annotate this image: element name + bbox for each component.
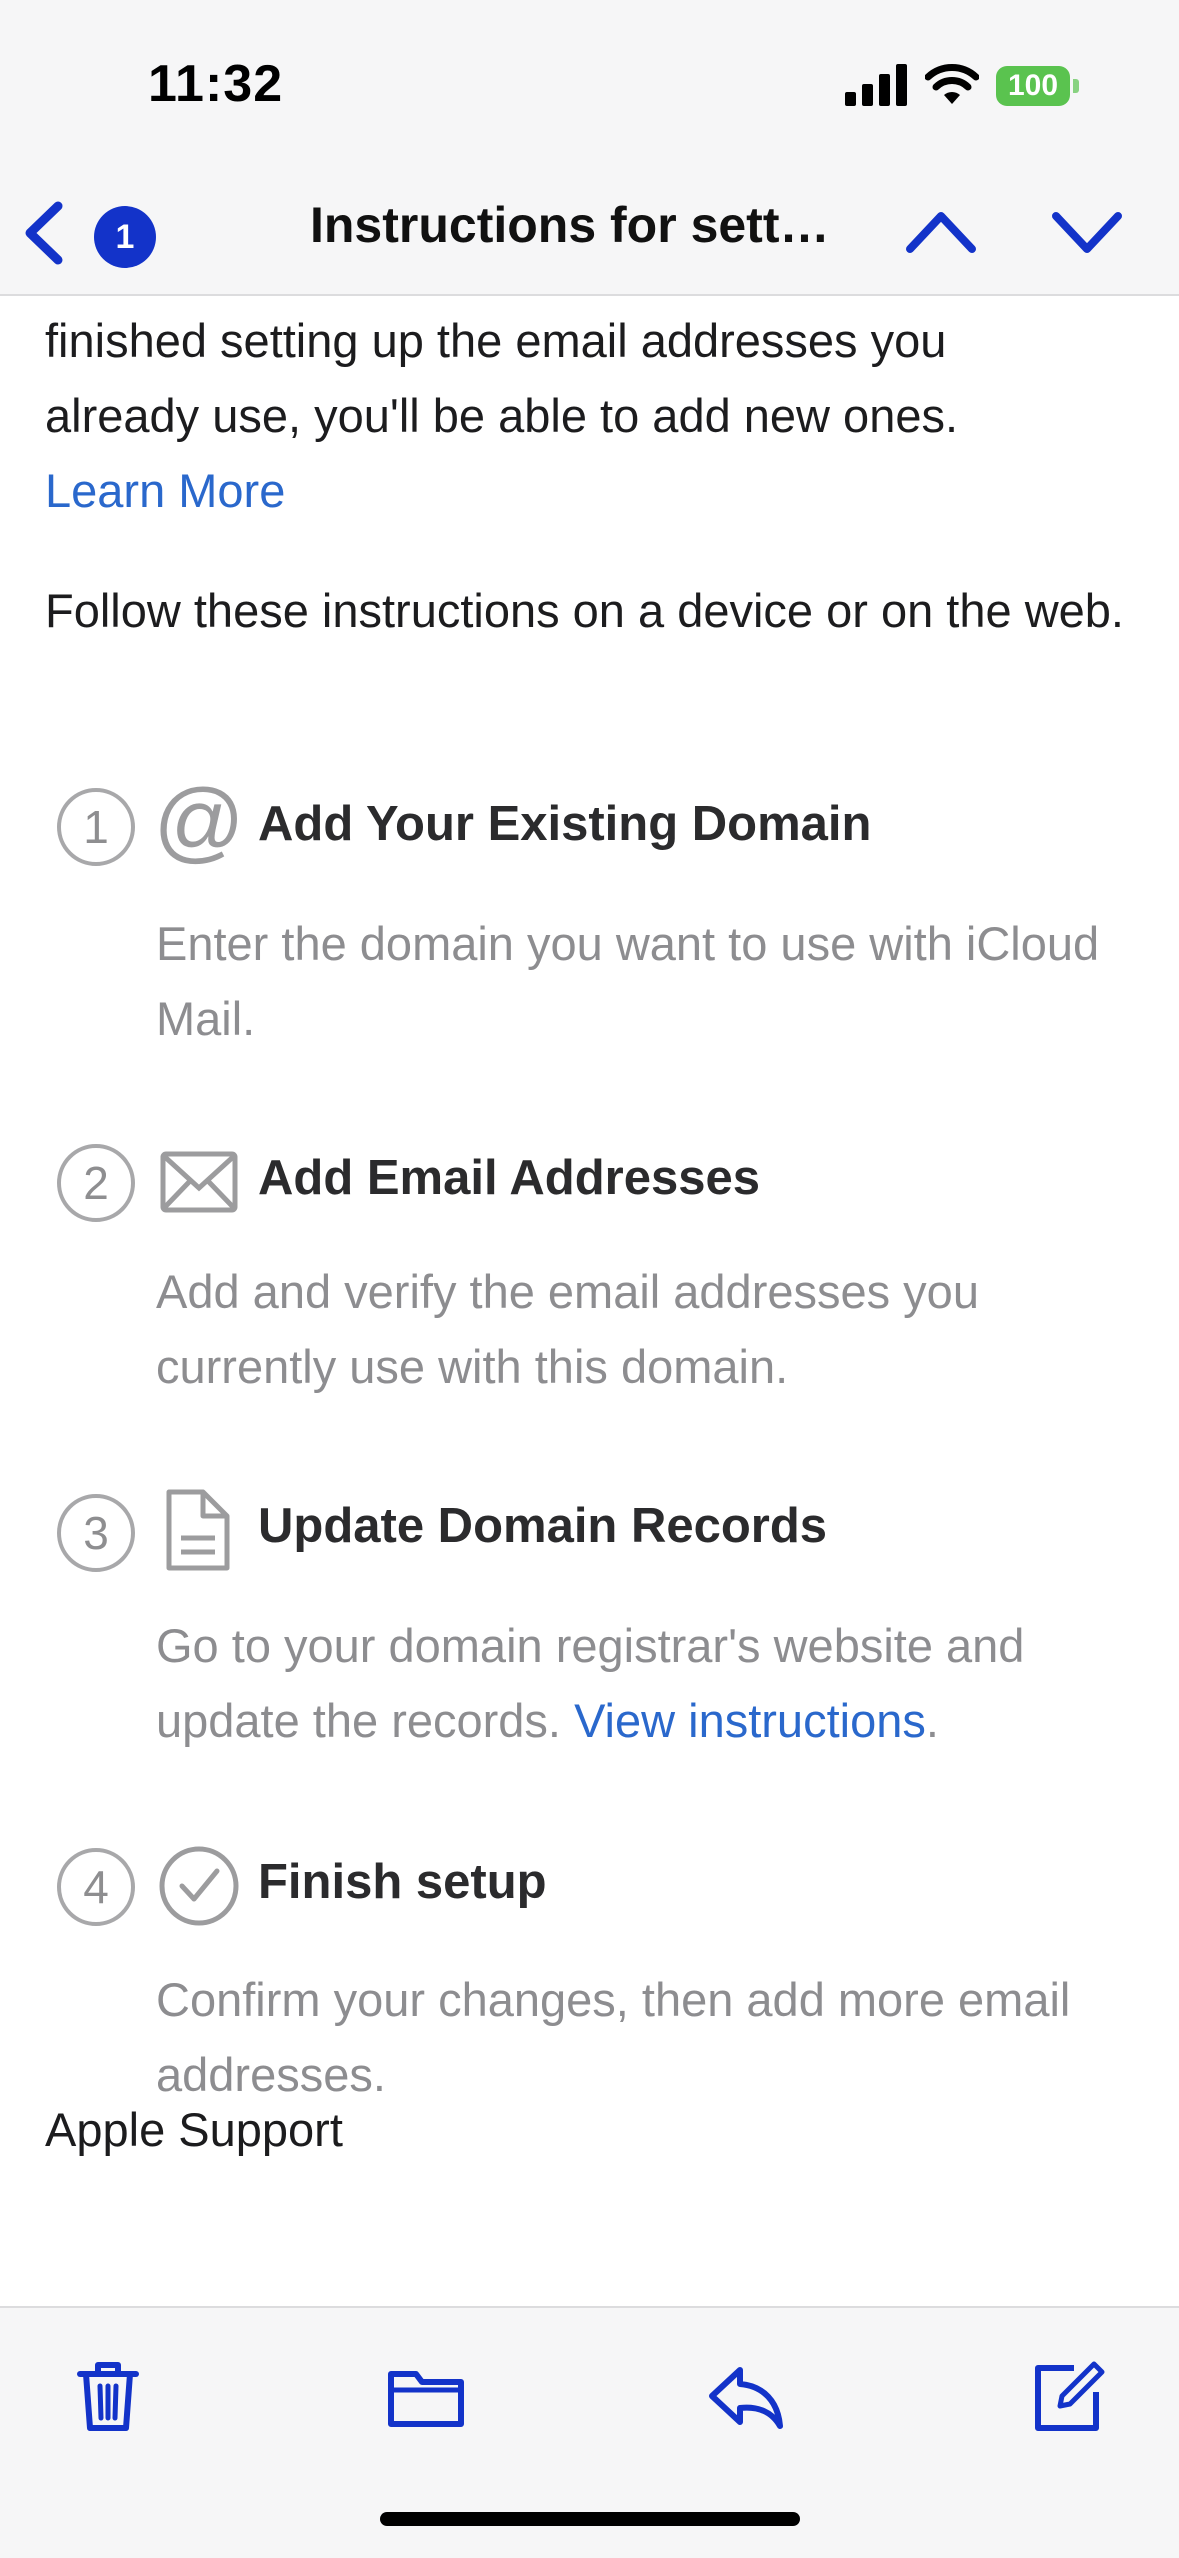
back-chevron-icon <box>25 201 63 265</box>
cellular-signal-icon <box>845 64 907 106</box>
message-subject-title: Instructions for sett… <box>310 197 830 253</box>
view-instructions-link[interactable]: View instructions <box>574 1694 926 1747</box>
step-number-3: 3 <box>57 1494 135 1572</box>
message-body[interactable]: finished setting up the email addresses … <box>0 296 1179 2254</box>
battery-icon: 100 <box>996 66 1080 106</box>
intro-line-2: already use, you'll be able to add new o… <box>45 389 959 442</box>
status-bar: 11:32 100 <box>0 0 1179 170</box>
step-number-2: 2 <box>57 1144 135 1222</box>
step-title-1: Add Your Existing Domain <box>258 797 872 851</box>
follow-instructions-text: Follow these instructions on a device or… <box>45 584 1124 637</box>
step-title-3: Update Domain Records <box>258 1499 828 1553</box>
step-description-4: Confirm your changes, then add more emai… <box>156 1973 1071 2101</box>
learn-more-link[interactable]: Learn More <box>45 453 1135 528</box>
step-title-2: Add Email Addresses <box>258 1151 760 1205</box>
status-time: 11:32 <box>148 55 284 113</box>
step-description-3-suffix: . <box>925 1694 939 1747</box>
checkmark-circle-icon <box>159 1846 239 1926</box>
home-indicator[interactable] <box>380 2512 800 2526</box>
battery-level: 100 <box>1007 69 1059 102</box>
wifi-icon <box>925 64 979 104</box>
step-number-4: 4 <box>57 1848 135 1926</box>
trash-icon[interactable] <box>68 2356 148 2436</box>
chevron-down-icon[interactable] <box>1044 194 1130 268</box>
step-description-1: Enter the domain you want to use with iC… <box>156 917 1100 1045</box>
intro-paragraph: finished setting up the email addresses … <box>45 303 1135 528</box>
folder-icon[interactable] <box>386 2356 466 2436</box>
step-description-3: Go to your domain registrar's website an… <box>156 1608 1146 1758</box>
chevron-up-icon[interactable] <box>898 194 984 268</box>
unread-count-badge: 1 <box>94 206 156 268</box>
step-description-2: Add and verify the email addresses you c… <box>156 1265 979 1393</box>
at-sign-icon: @ <box>157 782 241 866</box>
envelope-icon <box>160 1151 238 1213</box>
signature: Apple Support <box>45 2103 343 2156</box>
compose-icon[interactable] <box>1028 2356 1108 2436</box>
message-nav-bar: 1 Instructions for sett… <box>0 170 1179 296</box>
document-icon <box>166 1489 230 1571</box>
step-number-1: 1 <box>57 788 135 866</box>
intro-line-1: finished setting up the email addresses … <box>45 314 947 367</box>
svg-text:@: @ <box>157 782 241 866</box>
step-title-4: Finish setup <box>258 1855 547 1909</box>
back-button[interactable]: 1 <box>20 190 170 274</box>
reply-icon[interactable] <box>706 2356 786 2436</box>
